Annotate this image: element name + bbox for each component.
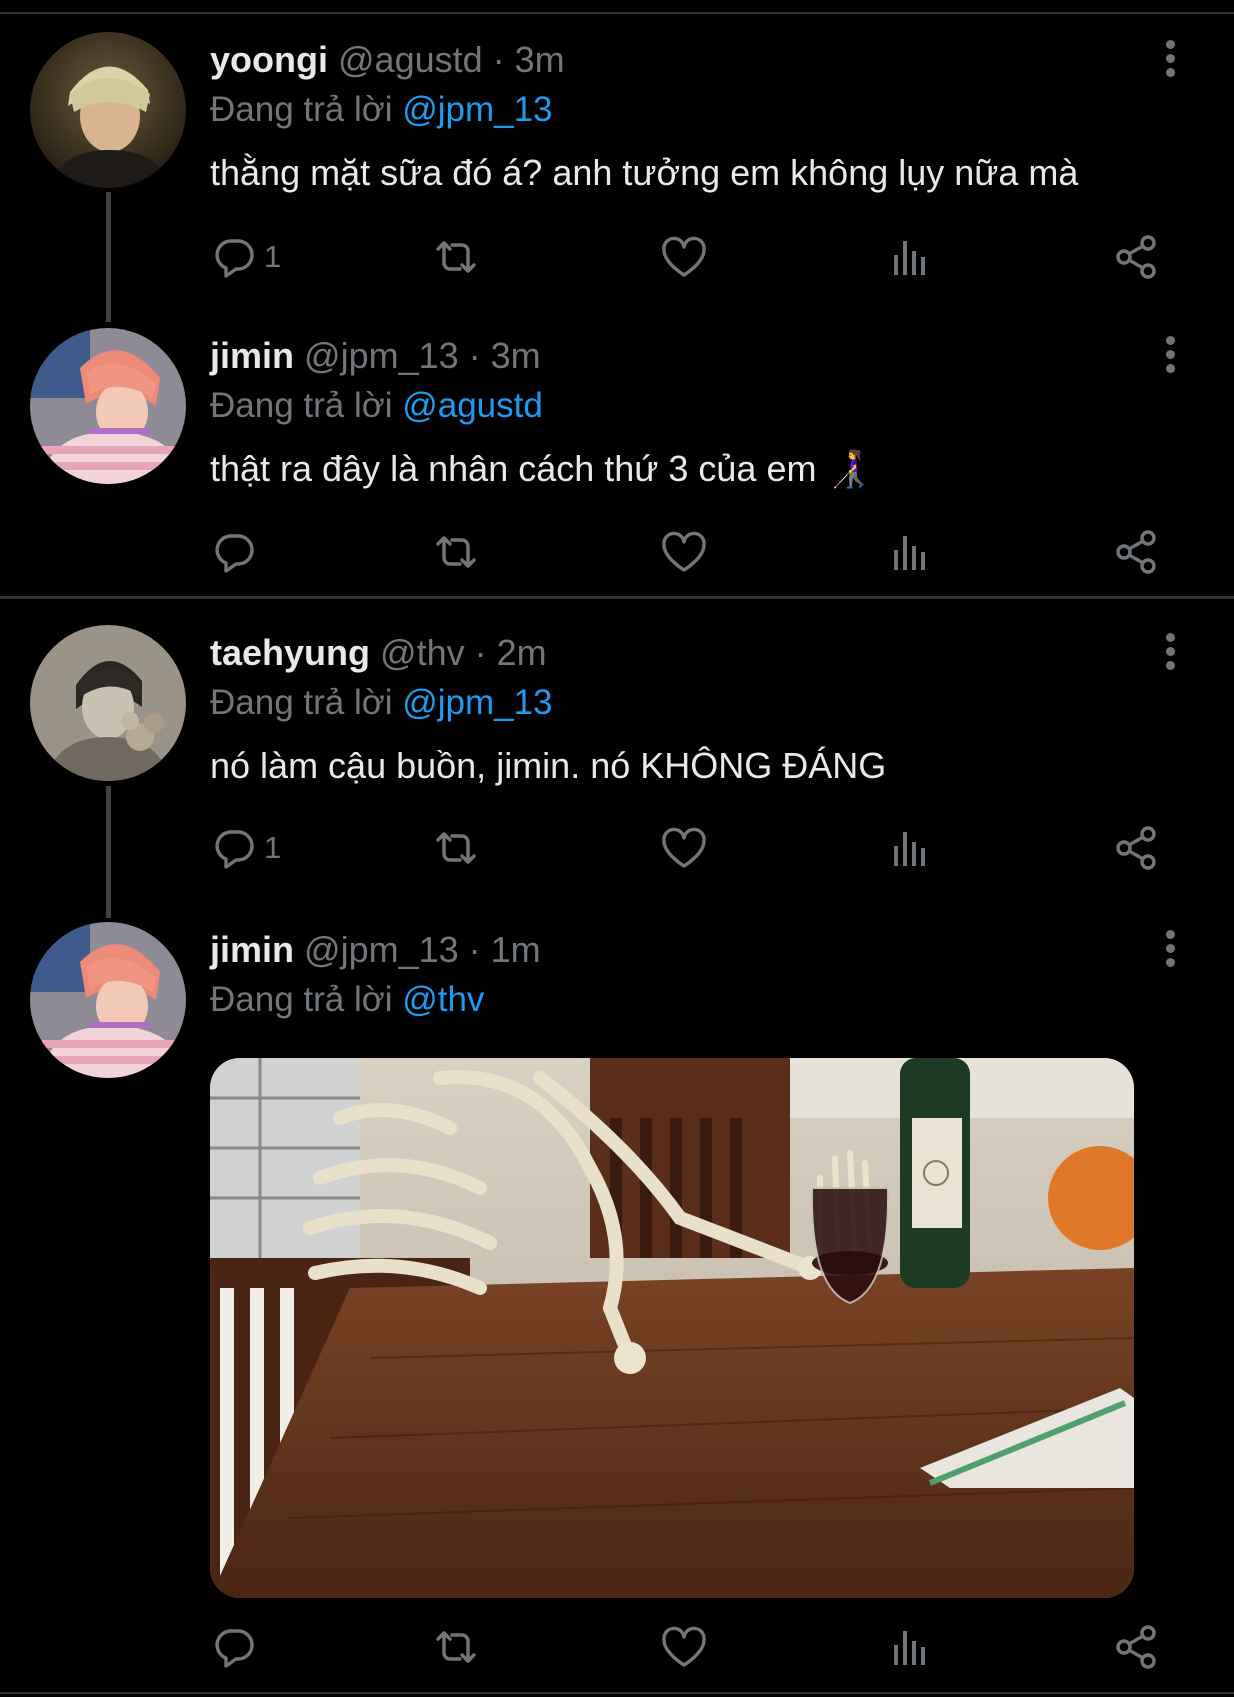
- top-divider: [0, 12, 1234, 14]
- views-button[interactable]: [886, 522, 934, 582]
- mention-link[interactable]: @agustd: [402, 386, 543, 425]
- views-icon: [894, 241, 925, 275]
- tweet-text: thằng mặt sữa đó á? anh tưởng em không l…: [210, 152, 1079, 193]
- like-button[interactable]: [660, 1617, 708, 1677]
- tweet-text: nó làm cậu buồn, jimin. nó KHÔNG ĐÁNG: [210, 745, 887, 786]
- action-bar: 1: [210, 227, 1170, 287]
- reply-icon: [215, 830, 254, 869]
- reply-button[interactable]: [210, 1617, 264, 1677]
- display-name[interactable]: yoongi: [210, 39, 328, 80]
- more-options-button[interactable]: [1156, 332, 1184, 382]
- share-icon: [1116, 1625, 1156, 1669]
- handle[interactable]: @thv: [380, 632, 465, 673]
- share-icon: [1116, 235, 1156, 279]
- avatar[interactable]: [30, 32, 186, 188]
- tweet[interactable]: jimin @jpm_13 · 3m Đang trả lời @agustd …: [0, 328, 1234, 588]
- reply-count: 1: [264, 239, 282, 274]
- retweet-icon: [436, 832, 476, 864]
- share-button[interactable]: [1112, 522, 1160, 582]
- reply-icon: [215, 1629, 254, 1668]
- timestamp[interactable]: · 3m: [469, 335, 541, 376]
- avatar[interactable]: [30, 922, 186, 1078]
- share-icon: [1116, 530, 1156, 574]
- reply-button[interactable]: 1: [210, 227, 281, 287]
- heart-icon: [662, 531, 706, 572]
- more-options-button[interactable]: [1156, 36, 1184, 86]
- reply-context: Đang trả lời @jpm_13: [210, 88, 553, 132]
- retweet-button[interactable]: [432, 227, 480, 287]
- tweet-header: taehyung @thv · 2m: [210, 631, 547, 675]
- mention-link[interactable]: @thv: [402, 980, 484, 1019]
- share-button[interactable]: [1112, 1617, 1160, 1677]
- tweet[interactable]: yoongi @agustd · 3m Đang trả lời @jpm_13…: [0, 32, 1234, 292]
- tweet[interactable]: jimin @jpm_13 · 1m Đang trả lời @thv: [0, 922, 1234, 1682]
- heart-icon: [662, 236, 706, 277]
- views-icon: [894, 832, 925, 866]
- tweet-header: jimin @jpm_13 · 3m: [210, 334, 541, 378]
- retweet-icon: [436, 536, 476, 568]
- action-bar: [210, 522, 1170, 582]
- like-button[interactable]: [660, 818, 708, 878]
- display-name[interactable]: jimin: [210, 929, 294, 970]
- tweet[interactable]: taehyung @thv · 2m Đang trả lời @jpm_13 …: [0, 625, 1234, 885]
- timestamp[interactable]: · 2m: [475, 632, 547, 673]
- tweet-text: thật ra đây là nhân cách thứ 3 của em 👩‍…: [210, 448, 872, 489]
- reply-button[interactable]: 1: [210, 818, 281, 878]
- reply-context: Đang trả lời @jpm_13: [210, 681, 553, 725]
- tweet-header: jimin @jpm_13 · 1m: [210, 928, 541, 972]
- more-options-button[interactable]: [1156, 629, 1184, 679]
- reply-icon: [215, 534, 254, 573]
- attached-photo[interactable]: [210, 1058, 1134, 1598]
- display-name[interactable]: taehyung: [210, 632, 370, 673]
- heart-icon: [662, 827, 706, 868]
- reply-icon: [215, 239, 254, 278]
- like-button[interactable]: [660, 522, 708, 582]
- reply-prefix: Đang trả lời: [210, 683, 393, 722]
- share-button[interactable]: [1112, 227, 1160, 287]
- reply-context: Đang trả lời @thv: [210, 978, 484, 1022]
- handle[interactable]: @jpm_13: [304, 335, 459, 376]
- timestamp[interactable]: · 1m: [469, 929, 541, 970]
- more-options-button[interactable]: [1156, 926, 1184, 976]
- handle[interactable]: @jpm_13: [304, 929, 459, 970]
- views-button[interactable]: [886, 818, 934, 878]
- share-button[interactable]: [1112, 818, 1160, 878]
- avatar[interactable]: [30, 625, 186, 781]
- reply-count: 1: [264, 830, 282, 865]
- handle[interactable]: @agustd: [338, 39, 483, 80]
- views-button[interactable]: [886, 227, 934, 287]
- mention-link[interactable]: @jpm_13: [402, 90, 552, 129]
- mention-link[interactable]: @jpm_13: [402, 683, 552, 722]
- reply-button[interactable]: [210, 522, 264, 582]
- views-button[interactable]: [886, 1617, 934, 1677]
- bottom-divider: [0, 1692, 1234, 1694]
- views-icon: [894, 536, 925, 570]
- retweet-icon: [436, 241, 476, 273]
- reply-prefix: Đang trả lời: [210, 90, 393, 129]
- heart-icon: [662, 1626, 706, 1667]
- display-name[interactable]: jimin: [210, 335, 294, 376]
- retweet-button[interactable]: [432, 818, 480, 878]
- share-icon: [1116, 826, 1156, 870]
- reply-prefix: Đang trả lời: [210, 386, 393, 425]
- avatar[interactable]: [30, 328, 186, 484]
- action-bar: [210, 1617, 1170, 1677]
- timestamp[interactable]: · 3m: [493, 39, 565, 80]
- retweet-button[interactable]: [432, 1617, 480, 1677]
- thread-divider: [0, 596, 1234, 599]
- reply-prefix: Đang trả lời: [210, 980, 393, 1019]
- retweet-button[interactable]: [432, 522, 480, 582]
- action-bar: 1: [210, 818, 1170, 878]
- views-icon: [894, 1631, 925, 1665]
- tweet-header: yoongi @agustd · 3m: [210, 38, 565, 82]
- reply-context: Đang trả lời @agustd: [210, 384, 543, 428]
- retweet-icon: [436, 1631, 476, 1663]
- like-button[interactable]: [660, 227, 708, 287]
